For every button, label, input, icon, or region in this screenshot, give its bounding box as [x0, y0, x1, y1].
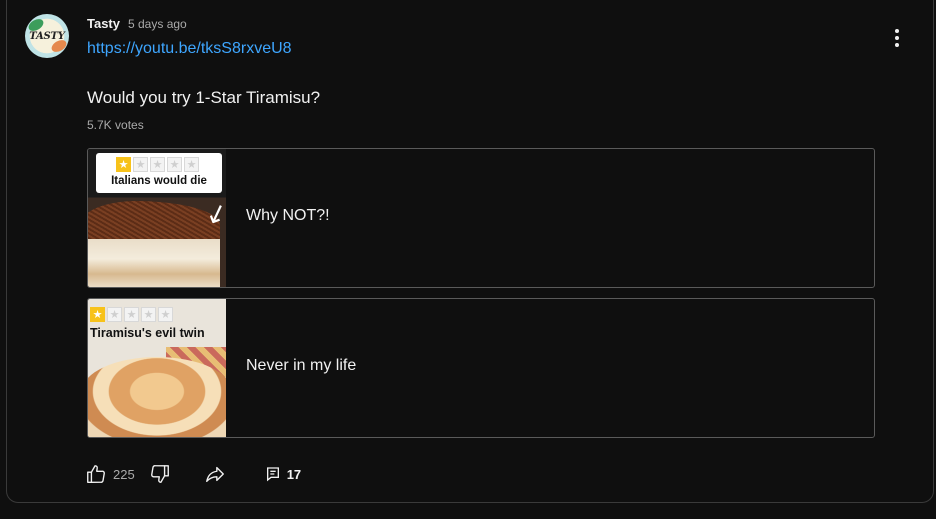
poll-question: Would you try 1-Star Tiramisu? — [87, 88, 321, 107]
community-post-card: TASTY Tasty 5 days ago https://youtu.be/… — [6, 0, 934, 503]
option-thumbnail: ★ ★ ★ ★ ★ Tiramisu's evil twin — [88, 299, 226, 437]
cream-layer — [88, 239, 220, 287]
channel-logo: TASTY — [29, 30, 65, 42]
poll-option-2[interactable]: ★ ★ ★ ★ ★ Tiramisu's evil twin Never in … — [87, 298, 875, 438]
more-vert-icon-dot — [895, 43, 899, 47]
share-icon — [205, 466, 224, 483]
rating-stars: ★ ★ ★ ★ ★ — [116, 157, 199, 172]
like-button[interactable]: 225 — [85, 463, 135, 485]
more-vert-icon-dot — [895, 36, 899, 40]
channel-avatar[interactable]: TASTY — [25, 14, 69, 58]
dislike-button[interactable] — [149, 463, 171, 485]
star-filled-icon: ★ — [116, 157, 131, 172]
option-thumbnail: ★ ★ ★ ★ ★ Italians would die ↙ — [88, 149, 226, 287]
star-empty-icon: ★ — [141, 307, 156, 322]
rating-stars: ★ ★ ★ ★ ★ — [90, 307, 173, 322]
star-empty-icon: ★ — [133, 157, 148, 172]
more-vert-icon — [895, 29, 899, 33]
comment-count: 17 — [286, 466, 302, 482]
poll-option-1[interactable]: ★ ★ ★ ★ ★ Italians would die ↙ Why NOT?! — [87, 148, 875, 288]
post-header: Tasty 5 days ago — [87, 16, 187, 31]
option-label: Why NOT?! — [246, 207, 330, 224]
more-actions-button[interactable] — [883, 24, 911, 52]
star-empty-icon: ★ — [124, 307, 139, 322]
option-label: Never in my life — [246, 357, 357, 374]
thumbnail-caption: Italians would die — [111, 175, 207, 187]
channel-name[interactable]: Tasty — [87, 16, 120, 31]
vote-count: 5.7K votes — [87, 118, 144, 132]
share-button[interactable] — [203, 463, 227, 485]
star-empty-icon: ★ — [184, 157, 199, 172]
action-bar: 225 17 — [85, 460, 301, 488]
star-empty-icon: ★ — [107, 307, 122, 322]
thumb-down-icon — [150, 465, 169, 483]
thumb-up-icon — [87, 465, 105, 483]
tiramisu-image — [88, 357, 226, 437]
comments-button[interactable]: 17 — [265, 466, 301, 482]
star-filled-icon: ★ — [90, 307, 105, 322]
star-empty-icon: ★ — [167, 157, 182, 172]
comment-icon — [266, 467, 279, 482]
cocoa-layer — [88, 201, 220, 241]
thumbnail-caption: Tiramisu's evil twin — [90, 326, 205, 340]
star-empty-icon: ★ — [158, 307, 173, 322]
star-empty-icon: ★ — [150, 157, 165, 172]
like-count: 225 — [113, 466, 135, 482]
post-link[interactable]: https://youtu.be/tksS8rxveU8 — [87, 40, 292, 58]
tiramisu-image — [88, 201, 220, 287]
post-timestamp[interactable]: 5 days ago — [128, 17, 187, 31]
